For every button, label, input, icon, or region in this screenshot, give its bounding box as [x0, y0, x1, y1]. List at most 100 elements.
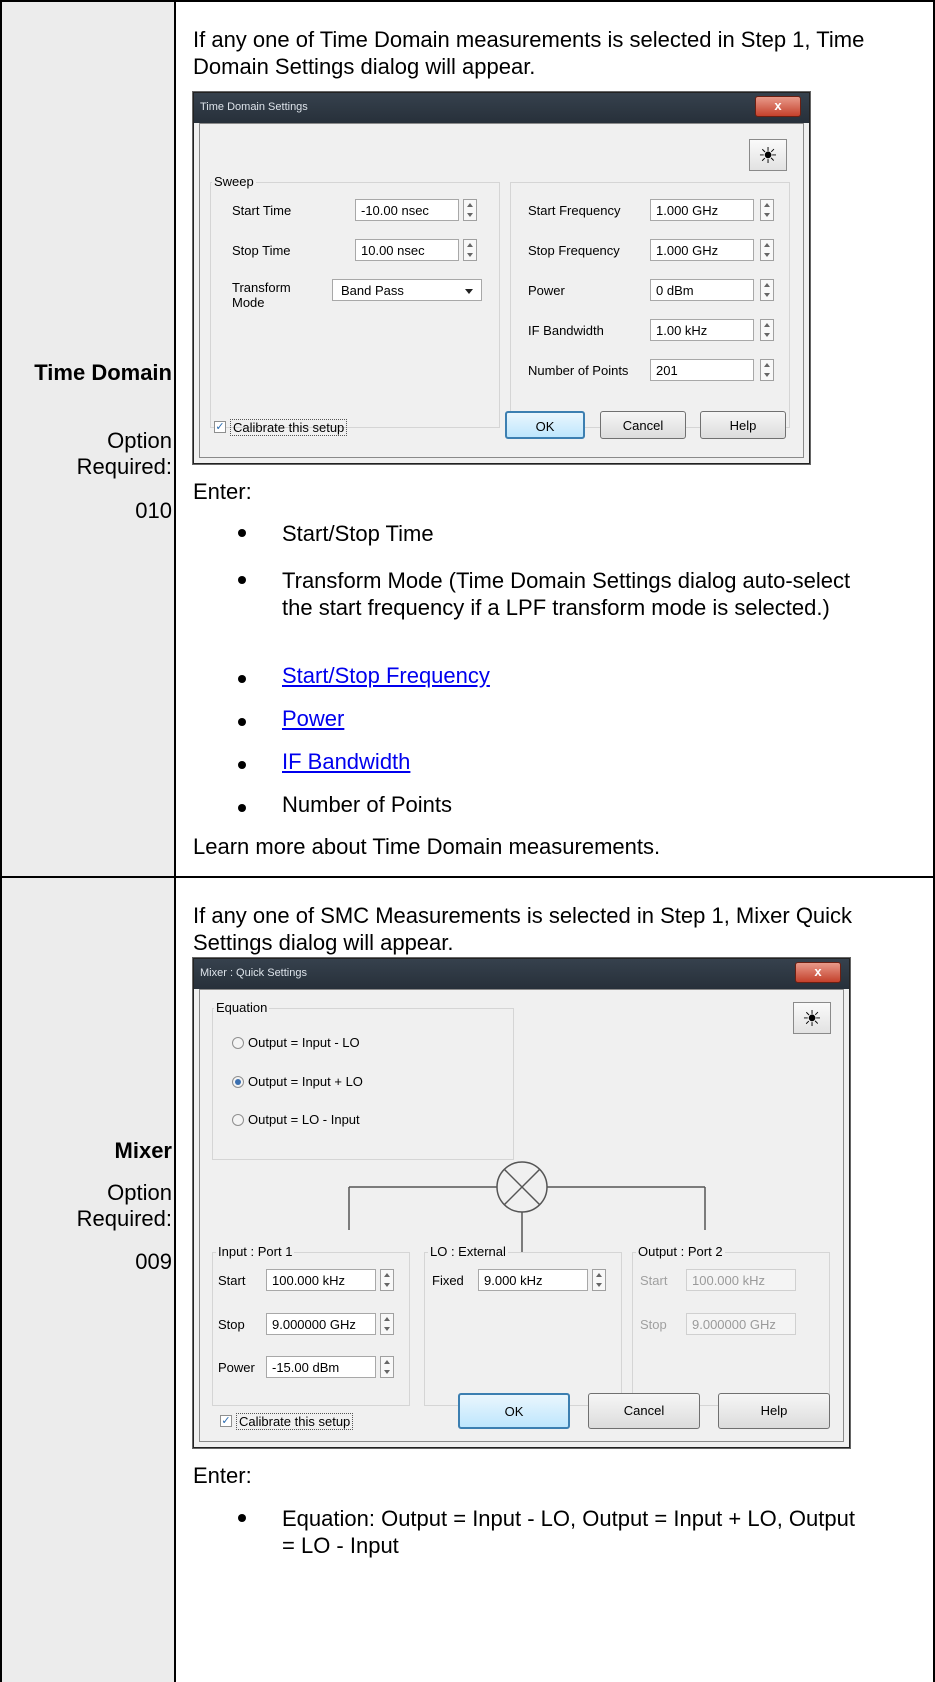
- sweep-group-title: Sweep: [212, 174, 256, 189]
- time-domain-learn-more: Learn more about Time Domain measurement…: [193, 834, 661, 859]
- output-stop-label: Stop: [640, 1317, 667, 1332]
- dialog-body: ☀ Equation Output = Input - LO Output = …: [199, 989, 844, 1442]
- input-power-spinner[interactable]: [380, 1356, 394, 1378]
- mixer-intro: If any one of SMC Measurements is select…: [193, 903, 853, 955]
- input-stop-label: Stop: [218, 1317, 245, 1332]
- power-input[interactable]: 0 dBm: [650, 279, 754, 301]
- input-stop-input[interactable]: 9.000000 GHz: [266, 1313, 376, 1335]
- list-item: Transform Mode (Time Domain Settings dia…: [282, 568, 851, 620]
- bullet-icon: [238, 1514, 246, 1522]
- equation-radio[interactable]: [232, 1076, 244, 1088]
- power-link[interactable]: Power: [282, 705, 344, 732]
- dialog-titlebar: Mixer : Quick Settings x: [194, 959, 849, 989]
- if-bandwidth-input[interactable]: 1.00 kHz: [650, 319, 754, 341]
- stop-frequency-input[interactable]: 1.000 GHz: [650, 239, 754, 261]
- list-item: Start/Stop Time: [282, 521, 434, 546]
- mixer-quick-settings-dialog: Mixer : Quick Settings x ☀ Equation Outp…: [193, 958, 850, 1448]
- mixer-option-label: Option Required:: [76, 1180, 172, 1231]
- cancel-button[interactable]: Cancel: [588, 1393, 700, 1429]
- lo-fixed-spinner[interactable]: [592, 1269, 606, 1291]
- equation-radio[interactable]: [232, 1037, 244, 1049]
- number-of-points-spinner[interactable]: [760, 359, 774, 381]
- output-port-group-title: Output : Port 2: [636, 1244, 725, 1259]
- bullet-icon: [238, 675, 246, 683]
- lo-fixed-label: Fixed: [432, 1273, 464, 1288]
- calibrate-checkbox[interactable]: ✓: [214, 421, 226, 433]
- table-border-top: [0, 0, 935, 2]
- input-port-group-title: Input : Port 1: [216, 1244, 295, 1259]
- close-icon[interactable]: x: [755, 96, 801, 117]
- time-domain-option-code: 010: [135, 498, 172, 523]
- output-start-input: 100.000 kHz: [686, 1269, 796, 1291]
- dialog-title: Time Domain Settings: [200, 101, 308, 113]
- stop-time-spinner[interactable]: [463, 239, 477, 261]
- transform-mode-value: Band Pass: [341, 283, 404, 298]
- sun-icon[interactable]: ☀: [749, 139, 787, 171]
- start-frequency-input[interactable]: 1.000 GHz: [650, 199, 754, 221]
- help-button[interactable]: Help: [718, 1393, 830, 1429]
- bullet-icon: [238, 804, 246, 812]
- input-stop-spinner[interactable]: [380, 1313, 394, 1335]
- time-domain-title: Time Domain: [34, 360, 172, 385]
- list-item: Equation: Output = Input - LO, Output = …: [282, 1506, 855, 1558]
- output-stop-input: 9.000000 GHz: [686, 1313, 796, 1335]
- mixer-option-code: 009: [135, 1249, 172, 1274]
- row-label-time-domain: Time Domain: [34, 360, 172, 386]
- stop-frequency-spinner[interactable]: [760, 239, 774, 261]
- lo-external-group-title: LO : External: [428, 1244, 508, 1259]
- start-time-input[interactable]: -10.00 nsec: [355, 199, 459, 221]
- start-time-spinner[interactable]: [463, 199, 477, 221]
- output-start-label: Start: [640, 1273, 668, 1288]
- input-start-label: Start: [218, 1273, 246, 1288]
- input-power-label: Power: [218, 1360, 255, 1375]
- table-border-left: [0, 0, 2, 1682]
- power-label: Power: [528, 283, 565, 298]
- stop-time-label: Stop Time: [232, 243, 291, 258]
- if-bandwidth-link[interactable]: IF Bandwidth: [282, 748, 410, 775]
- lo-fixed-input[interactable]: 9.000 kHz: [478, 1269, 588, 1291]
- calibrate-label[interactable]: Calibrate this setup: [236, 1413, 354, 1430]
- row-label-mixer: Mixer: [115, 1138, 172, 1164]
- chevron-down-icon: [465, 289, 473, 294]
- sun-icon[interactable]: ☀: [793, 1002, 831, 1034]
- table-column-divider: [174, 0, 176, 1682]
- dialog-body: ☀ Sweep Start Time -10.00 nsec Stop Time…: [199, 123, 804, 458]
- time-domain-option-label: Option Required:: [76, 428, 172, 479]
- close-icon[interactable]: x: [795, 962, 841, 983]
- transform-mode-label: Transform Mode: [232, 280, 291, 310]
- time-domain-intro: If any one of Time Domain measurements i…: [193, 27, 865, 79]
- stop-time-input[interactable]: 10.00 nsec: [355, 239, 459, 261]
- if-bandwidth-spinner[interactable]: [760, 319, 774, 341]
- transform-mode-dropdown[interactable]: Band Pass: [332, 279, 482, 301]
- mixer-enter: Enter:: [193, 1463, 252, 1488]
- mixer-diagram: [348, 1161, 706, 1253]
- row-header-bg: [2, 878, 174, 1682]
- start-frequency-spinner[interactable]: [760, 199, 774, 221]
- mixer-title: Mixer: [114, 1138, 172, 1163]
- calibrate-label[interactable]: Calibrate this setup: [230, 419, 348, 436]
- cancel-button[interactable]: Cancel: [600, 411, 686, 439]
- bullet-icon: [238, 761, 246, 769]
- ok-button[interactable]: OK: [458, 1393, 570, 1429]
- start-stop-frequency-link[interactable]: Start/Stop Frequency: [282, 662, 490, 689]
- equation-group-title: Equation: [214, 1000, 270, 1015]
- input-start-spinner[interactable]: [380, 1269, 394, 1291]
- dialog-title: Mixer : Quick Settings: [200, 967, 307, 979]
- input-power-input[interactable]: -15.00 dBm: [266, 1356, 376, 1378]
- ok-button[interactable]: OK: [505, 411, 585, 439]
- number-of-points-input[interactable]: 201: [650, 359, 754, 381]
- equation-radio[interactable]: [232, 1114, 244, 1126]
- help-button[interactable]: Help: [700, 411, 786, 439]
- dialog-titlebar: Time Domain Settings x: [194, 93, 809, 123]
- start-time-label: Start Time: [232, 203, 292, 218]
- equation-option-label: Output = Input + LO: [248, 1074, 363, 1089]
- calibrate-checkbox[interactable]: ✓: [220, 1415, 232, 1427]
- if-bandwidth-label: IF Bandwidth: [528, 323, 604, 338]
- table-row-divider: [0, 876, 935, 878]
- bullet-icon: [238, 529, 246, 537]
- input-start-input[interactable]: 100.000 kHz: [266, 1269, 376, 1291]
- time-domain-enter: Enter:: [193, 479, 252, 504]
- number-of-points-label: Number of Points: [528, 363, 629, 378]
- power-spinner[interactable]: [760, 279, 774, 301]
- bullet-icon: [238, 576, 246, 584]
